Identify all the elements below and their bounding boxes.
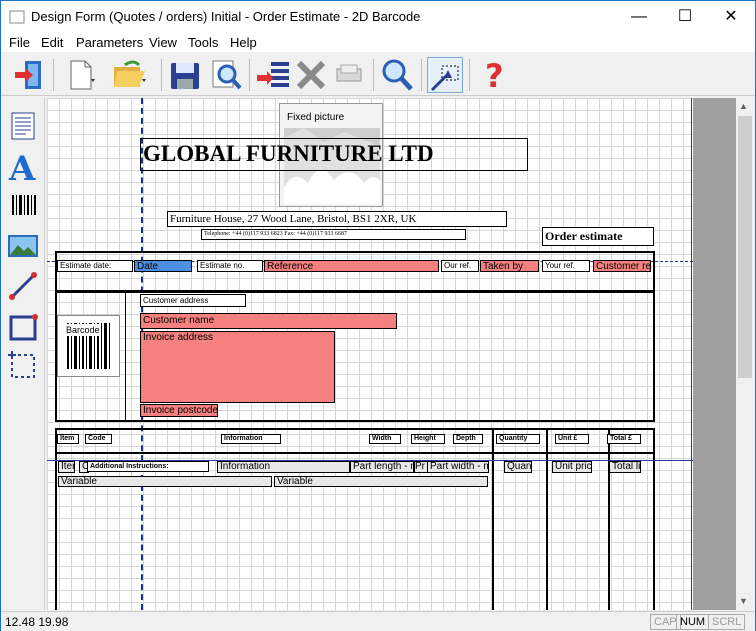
estimate-date-label[interactable]: Estimate date:: [57, 260, 133, 272]
insert-icon[interactable]: [255, 57, 291, 93]
row-unit-price-field[interactable]: Unit pric: [552, 461, 592, 473]
svg-text:?: ?: [485, 57, 504, 93]
column-header-unit[interactable]: Unit £: [555, 434, 589, 444]
column-header-information[interactable]: Information: [221, 434, 281, 444]
app-window: Design Form (Quotes / orders) Initial - …: [0, 0, 756, 631]
scroll-down-icon[interactable]: ▼: [739, 596, 748, 606]
exit-icon[interactable]: [11, 57, 47, 93]
taken-by-field[interactable]: Taken by: [480, 260, 539, 272]
column-header-quantity[interactable]: Quantity: [496, 434, 540, 444]
company-address[interactable]: Furniture House, 27 Wood Lane, Bristol, …: [167, 211, 507, 227]
customer-address-label[interactable]: Customer address: [140, 294, 246, 307]
date-field[interactable]: Date: [134, 260, 192, 272]
our-ref-label[interactable]: Our ref.: [441, 260, 479, 272]
close-button[interactable]: ✕: [708, 1, 754, 32]
row-item-field[interactable]: Iter: [58, 461, 75, 473]
design-canvas[interactable]: Fixed picture GLOBAL FURNITURE LTD Furni…: [47, 98, 693, 610]
barcode-tool-icon[interactable]: [6, 189, 40, 223]
document-title[interactable]: Order estimate: [542, 227, 654, 246]
cursor-coordinates: 12.48 19.98: [5, 615, 69, 629]
text-block-tool-icon[interactable]: [6, 109, 40, 143]
status-bar: 12.48 19.98 CAP NUM SCRL: [1, 611, 755, 631]
toolbar-separator: [373, 59, 374, 91]
toolbar-separator: [161, 59, 162, 91]
column-header-height[interactable]: Height: [411, 434, 445, 444]
toolbar-separator: [469, 59, 470, 91]
customer-name-field[interactable]: Customer name: [140, 313, 397, 329]
select-area-icon[interactable]: [427, 57, 463, 93]
barcode-element[interactable]: Barcode: [57, 315, 120, 377]
company-telephone[interactable]: Telephone: +44 (0)117 933 6823 Fax: +44 …: [201, 229, 466, 240]
vertical-scrollbar[interactable]: ▲ ▼: [736, 98, 754, 610]
items-table-box[interactable]: [55, 428, 655, 610]
copy-icon[interactable]: [331, 57, 367, 93]
column-divider-quantity: [492, 428, 494, 610]
barcode-label: Barcode: [66, 324, 100, 336]
column-header-depth[interactable]: Depth: [453, 434, 483, 444]
reference-field[interactable]: Reference: [264, 260, 439, 272]
menu-file[interactable]: File: [9, 35, 30, 50]
toolbar-separator: [249, 59, 250, 91]
help-icon[interactable]: ?: [475, 57, 511, 95]
page-boundary-line[interactable]: [691, 98, 692, 610]
menu-view[interactable]: View: [149, 35, 177, 50]
minimize-button[interactable]: —: [616, 1, 662, 32]
column-header-total[interactable]: Total £: [607, 434, 641, 444]
scroll-lock-indicator: SCRL: [708, 614, 746, 630]
column-header-width[interactable]: Width: [369, 434, 401, 444]
menu-parameters[interactable]: Parameters: [76, 35, 143, 50]
row-part-width-field[interactable]: Part width - mi: [427, 461, 489, 473]
svg-text:A: A: [8, 149, 36, 183]
row-total-field[interactable]: Total lis: [609, 461, 641, 473]
row-pr-field[interactable]: Pr: [414, 461, 428, 473]
title-bar: Design Form (Quotes / orders) Initial - …: [1, 1, 755, 32]
customer-box-divider: [125, 291, 126, 422]
zoom-icon[interactable]: [379, 57, 415, 93]
invoice-address-field[interactable]: Invoice address: [140, 331, 335, 403]
preview-icon[interactable]: [207, 57, 243, 93]
open-folder-icon[interactable]: [111, 57, 147, 93]
toolbar-separator: [53, 59, 54, 91]
menu-tools[interactable]: Tools: [188, 35, 218, 50]
frame-select-tool-icon[interactable]: [6, 349, 40, 383]
row-quantity-field[interactable]: Quant: [504, 461, 532, 473]
scrollbar-thumb[interactable]: [738, 116, 752, 378]
your-ref-label[interactable]: Your ref.: [542, 260, 590, 272]
variable-field-1[interactable]: Variable: [58, 476, 272, 487]
text-tool-icon[interactable]: A: [6, 149, 40, 189]
customer-ref-field[interactable]: Customer ref: [593, 260, 651, 272]
column-header-item[interactable]: Item: [57, 434, 79, 444]
line-tool-icon[interactable]: [6, 269, 40, 303]
column-header-code[interactable]: Code: [85, 434, 112, 444]
items-header-divider: [55, 452, 655, 454]
menu-edit[interactable]: Edit: [41, 35, 63, 50]
tool-palette: A: [1, 97, 45, 610]
app-icon: [9, 10, 25, 24]
scroll-up-icon[interactable]: ▲: [739, 101, 748, 111]
save-icon[interactable]: [167, 57, 203, 93]
toolbar-separator: [421, 59, 422, 91]
menu-bar: File Edit Parameters View Tools Help: [1, 32, 755, 52]
maximize-button[interactable]: ☐: [662, 1, 708, 32]
new-page-icon[interactable]: [63, 57, 99, 93]
picture-tool-icon[interactable]: [6, 229, 40, 263]
row-information-field[interactable]: Information: [217, 461, 350, 473]
fixed-picture-label: Fixed picture: [287, 112, 345, 123]
menu-help[interactable]: Help: [230, 35, 257, 50]
toolbar: ?: [1, 53, 755, 96]
off-page-area: [693, 98, 736, 610]
additional-instructions-label[interactable]: Additional Instructions:: [87, 461, 209, 472]
row-part-length-field[interactable]: Part length - mi: [350, 461, 414, 473]
company-name[interactable]: GLOBAL FURNITURE LTD: [140, 138, 528, 171]
variable-field-2[interactable]: Variable: [274, 476, 488, 487]
delete-icon[interactable]: [293, 57, 329, 93]
num-lock-indicator: NUM: [676, 614, 710, 630]
window-title: Design Form (Quotes / orders) Initial - …: [31, 9, 421, 24]
rectangle-tool-icon[interactable]: [6, 309, 40, 343]
estimate-no-label[interactable]: Estimate no.: [197, 260, 263, 272]
invoice-postcode-field[interactable]: Invoice postcode: [140, 404, 218, 417]
column-divider-total: [608, 428, 610, 610]
column-divider-unit: [546, 428, 548, 610]
